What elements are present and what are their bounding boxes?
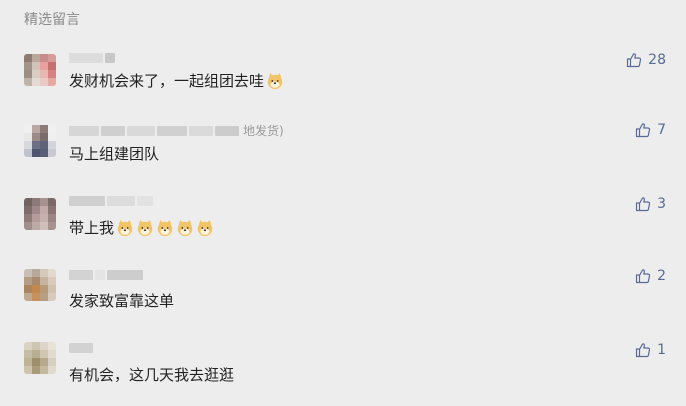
thumbs-up-icon <box>635 343 651 358</box>
like-count: 1 <box>657 342 666 358</box>
comment-text: 发财机会来了，一起组团去哇 <box>69 72 265 90</box>
doge-emoji-icon <box>177 219 193 237</box>
comment-content: 马上组建团队 <box>69 144 159 164</box>
thumbs-up-icon <box>635 123 651 138</box>
like-button[interactable]: 7 <box>635 122 666 138</box>
avatar[interactable] <box>24 342 56 374</box>
like-button[interactable]: 1 <box>635 342 666 358</box>
thumbs-up-icon <box>635 269 651 284</box>
nickname-blurred: 地发货) <box>69 125 284 137</box>
nickname-blurred <box>69 52 115 64</box>
nickname-blurred <box>69 195 153 207</box>
doge-emoji-icon <box>117 219 133 237</box>
comment-text: 发家致富靠这单 <box>69 292 175 310</box>
doge-emoji-icon <box>267 72 283 90</box>
like-count: 7 <box>657 122 666 138</box>
comment-text: 马上组建团队 <box>69 145 160 163</box>
doge-emoji-icon <box>137 219 153 237</box>
section-title: 精选留言 <box>24 12 80 28</box>
comment-item: 发家致富靠这单 2 <box>0 256 686 326</box>
nickname-blurred <box>69 269 143 281</box>
comment-content: 发家致富靠这单 <box>69 291 174 311</box>
like-button[interactable]: 2 <box>635 268 666 284</box>
avatar[interactable] <box>24 125 56 157</box>
comment-text: 有机会，这几天我去逛逛 <box>69 366 235 384</box>
like-button[interactable]: 28 <box>626 52 666 68</box>
comment-item: 地发货) 马上组建团队 7 <box>0 112 686 182</box>
thumbs-up-icon <box>635 197 651 212</box>
like-count: 3 <box>657 196 666 212</box>
avatar[interactable] <box>24 269 56 301</box>
like-button[interactable]: 3 <box>635 196 666 212</box>
comment-content: 有机会，这几天我去逛逛 <box>69 365 234 385</box>
comment-content: 发财机会来了，一起组团去哇 <box>69 71 284 91</box>
thumbs-up-icon <box>627 53 642 68</box>
avatar[interactable] <box>24 54 56 86</box>
like-count: 28 <box>648 52 666 68</box>
nickname-blurred <box>69 342 93 354</box>
comment-item: 有机会，这几天我去逛逛 1 <box>0 330 686 400</box>
comment-content: 带上我 <box>69 218 214 238</box>
comment-item: 发财机会来了，一起组团去哇 28 <box>0 42 686 112</box>
avatar[interactable] <box>24 198 56 230</box>
doge-emoji-icon <box>197 219 213 237</box>
doge-emoji-icon <box>157 219 173 237</box>
comment-text: 带上我 <box>69 219 115 237</box>
like-count: 2 <box>657 268 666 284</box>
comment-item: 带上我 3 <box>0 186 686 256</box>
